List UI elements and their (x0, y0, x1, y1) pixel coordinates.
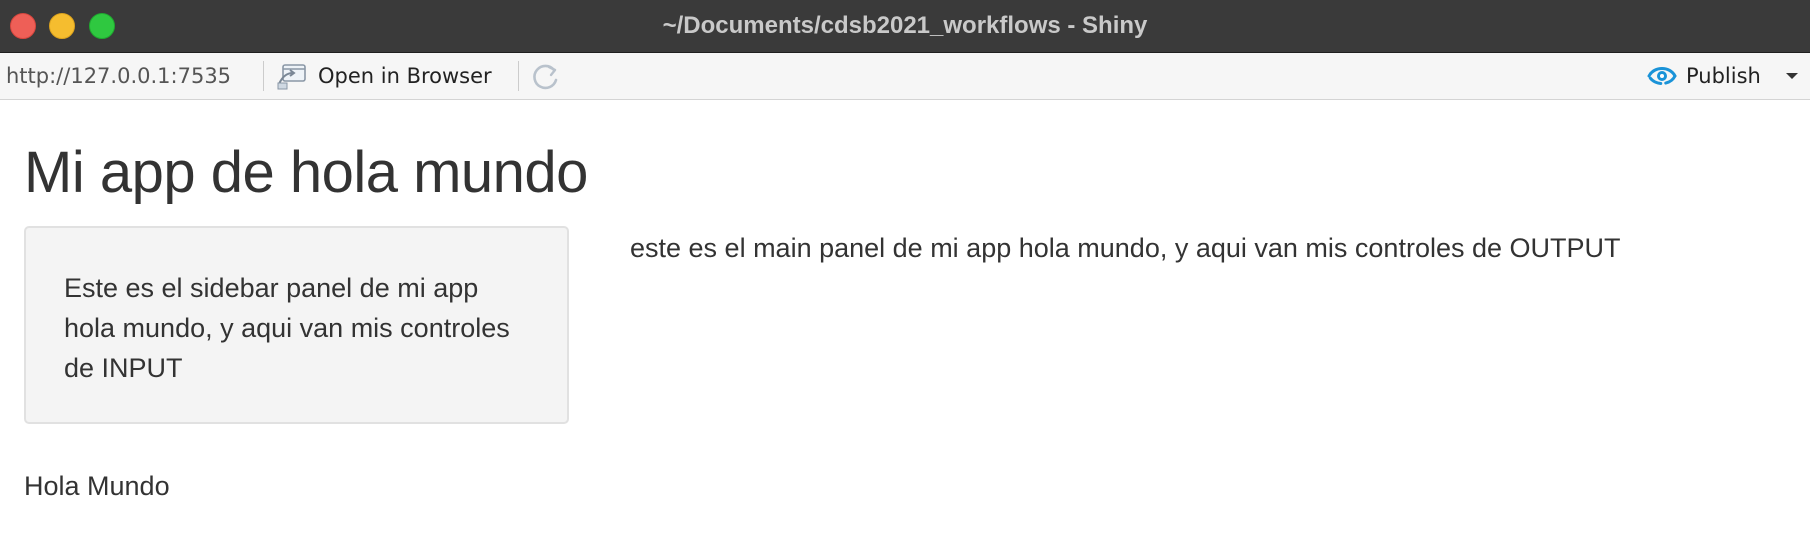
toolbar-divider (263, 61, 264, 91)
open-in-browser-icon (277, 64, 306, 90)
app-url: http://127.0.0.1:7535 (6, 64, 232, 88)
shiny-viewer-window: ~/Documents/cdsb2021_workflows - Shiny h… (0, 0, 1810, 552)
window-title: ~/Documents/cdsb2021_workflows - Shiny (662, 12, 1148, 39)
open-in-browser-label: Open in Browser (318, 64, 492, 88)
viewer-toolbar: http://127.0.0.1:7535 Open in Browser Pu… (0, 53, 1810, 100)
sidebar-panel: Este es el sidebar panel de mi app hola … (24, 226, 569, 424)
chevron-down-icon (1786, 73, 1798, 79)
publish-icon (1647, 67, 1677, 85)
main-panel-text: este es el main panel de mi app hola mun… (630, 233, 1621, 263)
open-in-browser-button[interactable]: Open in Browser (276, 57, 492, 95)
hola-mundo-text: Hola Mundo (24, 471, 170, 501)
refresh-icon[interactable] (528, 60, 562, 94)
sidebar-text: Este es el sidebar panel de mi app hola … (64, 273, 510, 383)
page-title: Mi app de hola mundo (24, 140, 588, 205)
publish-menu-button[interactable] (1780, 57, 1804, 95)
publish-button[interactable]: Publish (1646, 57, 1761, 95)
toolbar-divider (518, 61, 519, 91)
title-bar: ~/Documents/cdsb2021_workflows - Shiny (0, 0, 1810, 53)
publish-label: Publish (1686, 64, 1761, 88)
